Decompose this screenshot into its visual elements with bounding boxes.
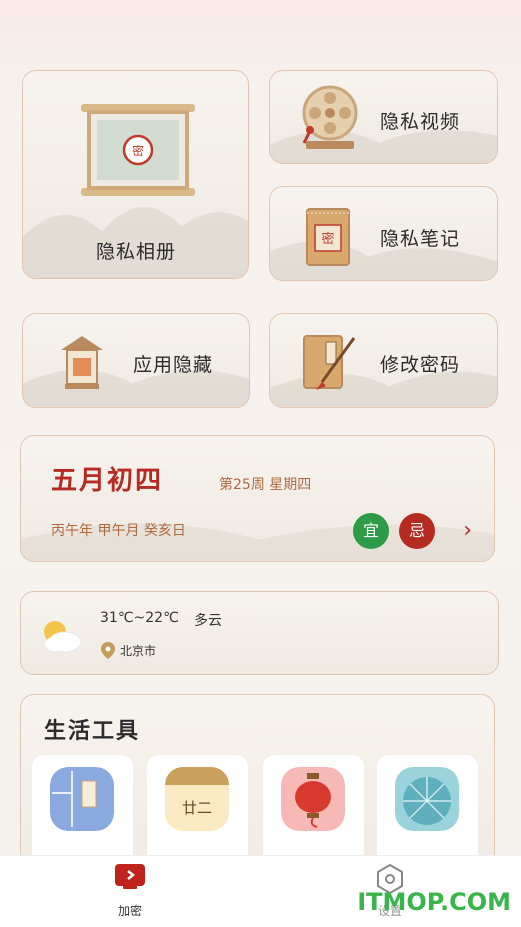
svg-text:密: 密: [321, 231, 334, 247]
tab-encrypt[interactable]: 加密: [100, 856, 160, 927]
location-pin-icon: [101, 642, 115, 659]
lantern-icon: [281, 767, 345, 831]
change-password-tile[interactable]: 修改密码: [269, 313, 498, 408]
weather-condition: 多云: [194, 613, 222, 629]
week-info: 第25周 星期四: [219, 477, 312, 493]
tool-calendar[interactable]: [32, 755, 133, 865]
change-password-label: 修改密码: [380, 354, 461, 376]
film-reel-icon: [302, 85, 358, 149]
calendar-book-icon: [50, 767, 114, 831]
encrypt-icon: [115, 864, 145, 889]
umbrella-icon: [395, 767, 459, 831]
private-album-tile[interactable]: 密 隐私相册: [22, 70, 249, 279]
svg-text:密: 密: [132, 143, 144, 158]
bad-badge[interactable]: 忌: [399, 513, 435, 549]
app-hiding-tile[interactable]: 应用隐藏: [22, 313, 250, 408]
pavilion-lantern-icon: [61, 336, 103, 389]
ganzhi-date: 丙午年 甲午月 癸亥日: [51, 523, 186, 539]
private-video-tile[interactable]: 隐私视频: [269, 70, 498, 164]
lunar-day-text: 廿二: [181, 799, 212, 817]
tool-umbrella[interactable]: [377, 755, 478, 865]
scroll-painting-icon: 密: [81, 104, 195, 196]
weather-card[interactable]: 31℃~22℃ 多云 北京市: [20, 591, 499, 675]
temperature-range: 31℃~22℃: [100, 610, 179, 626]
private-notes-tile[interactable]: 密 隐私笔记: [269, 186, 498, 281]
private-video-label: 隐私视频: [380, 111, 461, 133]
lunar-calendar-card[interactable]: 五月初四 第25周 星期四 丙午年 甲午月 癸亥日 宜 忌 ›: [20, 435, 495, 562]
lunar-date: 五月初四: [51, 466, 164, 496]
app-hiding-label: 应用隐藏: [133, 354, 214, 376]
private-notes-label: 隐私笔记: [380, 228, 461, 250]
tool-lunar-day[interactable]: 廿二: [147, 755, 248, 865]
chevron-right-icon[interactable]: ›: [463, 518, 472, 543]
itmop-watermark: ITMOP.COM: [357, 888, 511, 916]
book-brush-icon: [303, 335, 356, 390]
city-name: 北京市: [120, 644, 157, 658]
tool-lantern[interactable]: [263, 755, 364, 865]
notebook-icon: 密: [306, 208, 350, 266]
private-album-label: 隐私相册: [96, 241, 177, 263]
life-tools-title: 生活工具: [44, 719, 141, 744]
partly-cloudy-icon: [44, 621, 82, 653]
tab-encrypt-label: 加密: [118, 904, 143, 918]
good-badge[interactable]: 宜: [353, 513, 389, 549]
